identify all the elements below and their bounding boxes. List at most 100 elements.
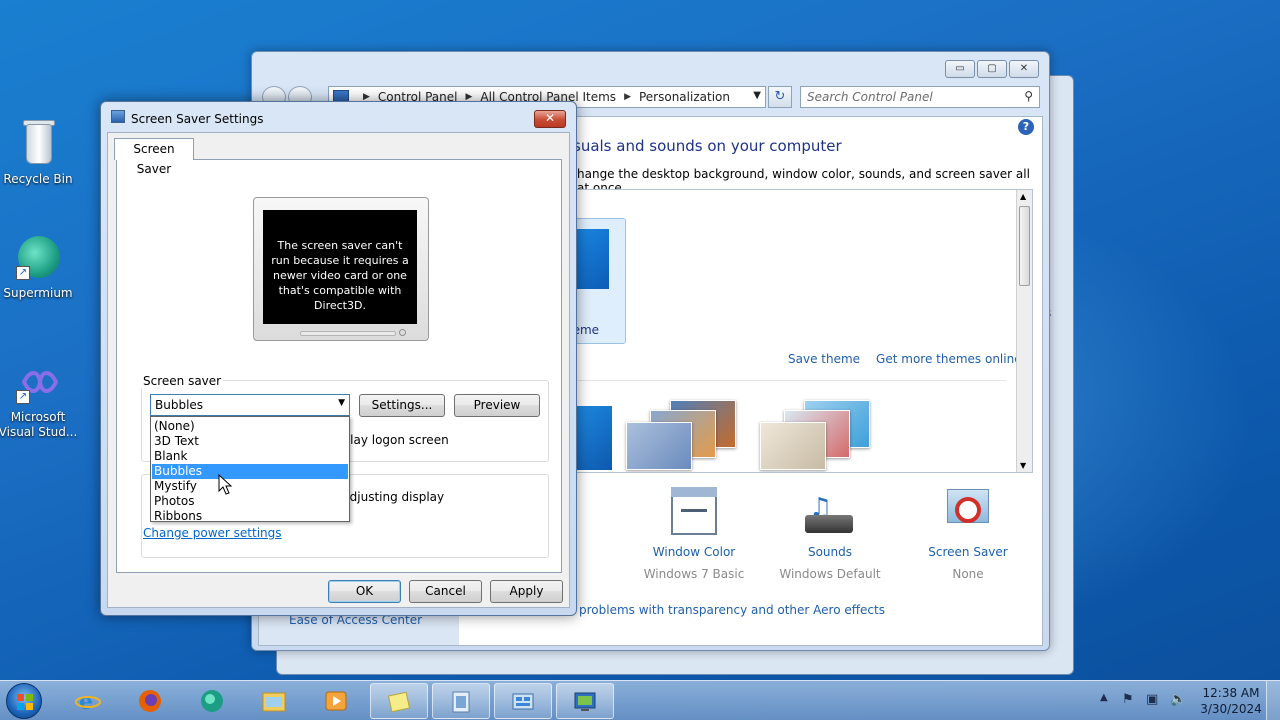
breadcrumb-personalization[interactable]: Personalization xyxy=(639,90,730,104)
option-label: Sounds xyxy=(807,545,853,559)
selected-theme-tile[interactable]: heme xyxy=(570,218,626,344)
firefox-icon xyxy=(139,690,161,712)
document-icon xyxy=(452,691,470,713)
theme-links: Save theme Get more themes online xyxy=(788,352,1022,366)
themes-list[interactable]: heme Save theme Get more themes online ▲ xyxy=(569,189,1033,473)
tab-panel: The screen saver can't run because it re… xyxy=(116,159,562,573)
page-title: suals and sounds on your computer xyxy=(573,137,842,155)
recycle-bin-icon xyxy=(14,120,62,168)
screen-saver-dialog[interactable]: Screen Saver Settings ✕ Screen Saver The… xyxy=(100,101,577,616)
sounds-icon: ♫ xyxy=(805,487,855,537)
desktop-icon-label: Recycle Bin xyxy=(3,172,73,186)
taskbar-media-player[interactable] xyxy=(308,683,366,719)
screen-saver-select[interactable]: Bubbles ▼ xyxy=(150,394,350,416)
sounds-option[interactable]: ♫ Sounds Windows Default xyxy=(765,487,895,581)
ok-button[interactable]: OK xyxy=(328,580,401,603)
option-sub: Windows 7 Basic xyxy=(643,567,745,581)
tab-screen-saver[interactable]: Screen Saver xyxy=(114,138,194,176)
volume-muted-icon[interactable]: 🔈 xyxy=(1170,692,1186,707)
desktop-icon-visual-studio[interactable]: ↗ Microsoft Visual Stud... xyxy=(0,358,78,440)
option-sub: None xyxy=(952,567,984,581)
get-more-themes-link[interactable]: Get more themes online xyxy=(876,352,1022,366)
monitor-slot xyxy=(300,331,396,336)
screen-saver-icon xyxy=(943,487,993,537)
scroll-thumb[interactable] xyxy=(1019,206,1030,286)
start-button[interactable] xyxy=(6,683,42,719)
taskbar: e ▲ ⚑ ▣ 🔈 12:38 AM 3/30/2024 xyxy=(0,680,1280,720)
window-controls: ▭ ▢ ✕ xyxy=(945,60,1039,78)
taskbar-explorer[interactable] xyxy=(246,683,304,719)
scroll-up-icon[interactable]: ▲ xyxy=(1020,192,1026,201)
taskbar-internet-explorer[interactable]: e xyxy=(60,683,118,719)
save-theme-link[interactable]: Save theme xyxy=(788,352,860,366)
option-label: Window Color xyxy=(652,545,736,559)
chevron-down-icon[interactable]: ▼ xyxy=(338,398,345,408)
dropdown-option[interactable]: Ribbons xyxy=(152,509,348,524)
theme-stack-landscapes[interactable] xyxy=(626,400,746,470)
dropdown-option[interactable]: Blank xyxy=(152,449,348,464)
desktop-icon-label: Microsoft Visual Stud... xyxy=(0,410,78,439)
desktop-icon-label: Supermium xyxy=(3,286,73,300)
dropdown-option[interactable]: 3D Text xyxy=(152,434,348,449)
screen-saver-settings-icon xyxy=(111,110,125,123)
visual-studio-icon: ↗ xyxy=(14,358,62,406)
close-button[interactable]: ✕ xyxy=(1009,60,1039,78)
maximize-button[interactable]: ▢ xyxy=(977,60,1007,78)
dialog-title: Screen Saver Settings xyxy=(131,112,264,126)
taskbar-document[interactable] xyxy=(432,683,490,719)
taskbar-firefox[interactable] xyxy=(122,683,180,719)
taskbar-notes[interactable] xyxy=(370,683,428,719)
media-player-icon xyxy=(325,691,347,711)
settings-button[interactable]: Settings... xyxy=(359,394,445,417)
dropdown-option-selected[interactable]: Bubbles xyxy=(152,464,348,479)
window-color-option[interactable]: Window Color Windows 7 Basic xyxy=(629,487,759,581)
clock-date: 3/30/2024 xyxy=(1200,702,1262,716)
folder-icon xyxy=(262,692,286,712)
show-desktop-button[interactable] xyxy=(1266,681,1280,720)
desktop-icon-supermium[interactable]: ↗ Supermium xyxy=(0,234,76,300)
search-icon: ⚲ xyxy=(1024,89,1033,103)
windows-logo-icon xyxy=(17,694,33,710)
internet-explorer-icon: e xyxy=(75,689,101,713)
taskbar-supermium[interactable] xyxy=(184,683,242,719)
help-icon[interactable]: ? xyxy=(1018,119,1034,135)
window-color-icon xyxy=(669,487,719,537)
network-icon[interactable]: ▣ xyxy=(1146,692,1158,707)
apply-button[interactable]: Apply xyxy=(490,580,563,603)
show-hidden-icons-icon[interactable]: ▲ xyxy=(1100,692,1108,703)
monitor-power-led xyxy=(399,329,406,336)
themes-scrollbar[interactable]: ▲ ▼ xyxy=(1016,190,1032,472)
selected-screen-saver: Bubbles xyxy=(155,398,204,412)
chevron-down-icon[interactable]: ▼ xyxy=(753,90,761,101)
minimize-button[interactable]: ▭ xyxy=(945,60,975,78)
clock[interactable]: 12:38 AM 3/30/2024 xyxy=(1196,685,1266,717)
refresh-button[interactable]: ↻ xyxy=(768,86,792,108)
desktop-icon-recycle-bin[interactable]: Recycle Bin xyxy=(0,120,76,186)
control-panel-icon xyxy=(512,693,534,710)
screen-saver-group-label: Screen saver xyxy=(141,374,224,388)
aero-troubleshoot-link[interactable]: problems with transparency and other Aer… xyxy=(579,603,885,617)
scroll-down-icon[interactable]: ▼ xyxy=(1020,461,1026,470)
sticky-notes-icon xyxy=(387,691,411,713)
search-input[interactable]: Search Control Panel ⚲ xyxy=(800,86,1040,108)
preview-message: The screen saver can't run because it re… xyxy=(263,210,417,324)
theme-stack-nature[interactable] xyxy=(760,400,880,470)
cancel-button[interactable]: Cancel xyxy=(409,580,482,603)
dialog-close-button[interactable]: ✕ xyxy=(534,110,566,128)
screen-saver-option[interactable]: Screen Saver None xyxy=(903,487,1033,581)
option-sub: Windows Default xyxy=(779,567,881,581)
clock-time: 12:38 AM xyxy=(1202,686,1260,700)
chevron-right-icon: ▶ xyxy=(624,92,631,102)
divider xyxy=(578,380,1006,381)
dropdown-option[interactable]: (None) xyxy=(152,419,348,434)
taskbar-control-panel[interactable] xyxy=(494,683,552,719)
change-power-settings-link[interactable]: Change power settings xyxy=(143,526,282,540)
dropdown-option[interactable]: Mystify xyxy=(152,479,348,494)
search-placeholder: Search Control Panel xyxy=(807,90,933,104)
dropdown-option[interactable]: Photos xyxy=(152,494,348,509)
action-center-flag-icon[interactable]: ⚑ xyxy=(1122,692,1134,707)
taskbar-screen-saver-settings[interactable] xyxy=(556,683,614,719)
dialog-body: Screen Saver The screen saver can't run … xyxy=(107,132,570,608)
screen-saver-dropdown-list[interactable]: (None) 3D Text Blank Bubbles Mystify Pho… xyxy=(150,416,350,524)
preview-button[interactable]: Preview xyxy=(454,394,540,417)
